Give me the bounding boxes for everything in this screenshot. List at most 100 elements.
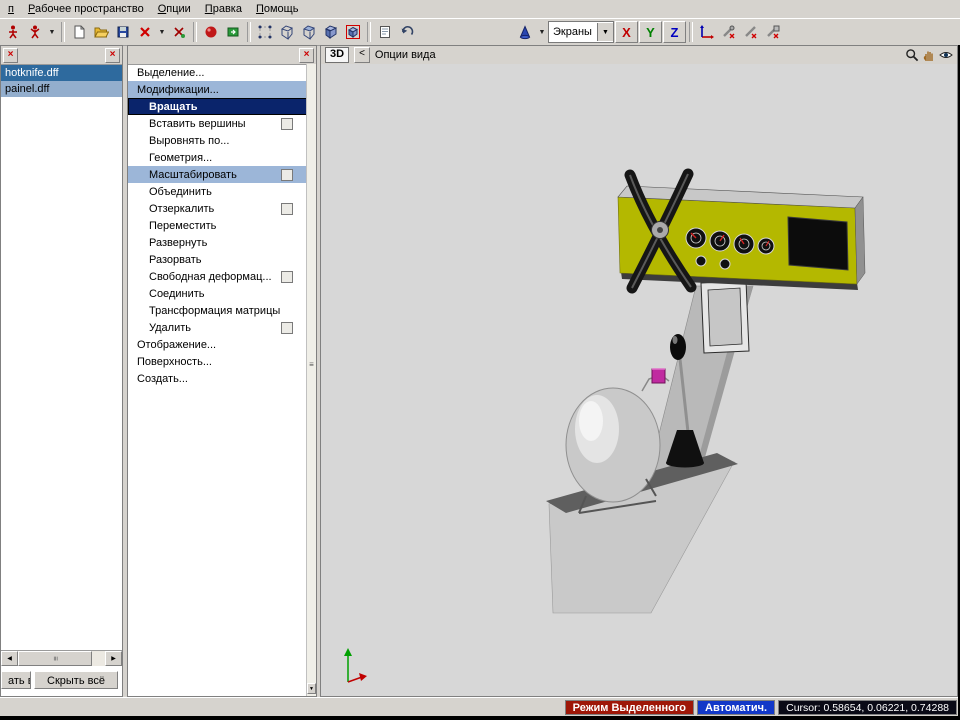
command-item-checkbox[interactable] (281, 322, 293, 334)
menu-item-3[interactable]: Правка (198, 1, 249, 17)
window-bottom-edge (0, 716, 960, 720)
cursor-coordinates: Cursor: 0.58654, 0.06221, 0.74288 (778, 700, 957, 715)
viewport-canvas[interactable] (321, 64, 957, 696)
view-mode-button[interactable]: 3D (325, 47, 349, 63)
automatic-mode-status[interactable]: Автоматич. (697, 700, 775, 715)
hscroll-thumb[interactable]: ≡ (18, 651, 92, 666)
frame-model[interactable] (701, 281, 749, 353)
command-panel-header[interactable]: × (128, 46, 316, 65)
file-list-hscrollbar[interactable]: ◀ ≡ ▶ (1, 650, 122, 666)
command-item[interactable]: Отображение... (128, 336, 307, 353)
menu-item-2[interactable]: Опции (151, 1, 198, 17)
delete-dropdown-icon[interactable]: ▼ (156, 21, 168, 43)
snap-edge-icon[interactable] (740, 21, 762, 43)
menubar: пРабочее пространствоОпцииПравкаПомощь (0, 0, 960, 18)
snap-face-icon[interactable] (762, 21, 784, 43)
file-panel-buttons: ать всё Скрыть всё (1, 671, 122, 689)
axis-y-button[interactable]: Y (639, 21, 662, 43)
magenta-block-model[interactable] (652, 369, 665, 383)
splitter-grip-icon[interactable]: ≡ (307, 360, 316, 369)
screens-combo[interactable]: Экраны ▼ (548, 21, 614, 43)
axis-z-button[interactable]: Z (663, 21, 686, 43)
command-item[interactable]: Создать... (128, 370, 307, 387)
command-item-label: Модификации... (137, 84, 219, 96)
purge-icon[interactable] (168, 21, 190, 43)
command-item-label: Геометрия... (149, 152, 212, 164)
command-item-label: Удалить (149, 322, 191, 334)
command-item-checkbox[interactable] (281, 203, 293, 215)
command-item[interactable]: Удалить (128, 319, 307, 336)
command-item[interactable]: Масштабировать (128, 166, 307, 183)
undo-icon[interactable] (396, 21, 418, 43)
command-item[interactable]: Вставить вершины (128, 115, 307, 132)
vertices-mode-icon[interactable] (254, 21, 276, 43)
combo-arrow-icon[interactable]: ▼ (597, 23, 613, 41)
panel-close-icon[interactable]: × (299, 48, 314, 63)
spray-dropdown-icon[interactable]: ▼ (536, 21, 548, 43)
hide-all-button[interactable]: Скрыть всё (34, 671, 118, 689)
zoom-icon[interactable] (905, 48, 919, 62)
delete-icon[interactable] (134, 21, 156, 43)
walk-figure-icon[interactable] (2, 21, 24, 43)
command-item-checkbox[interactable] (281, 169, 293, 181)
command-item[interactable]: Объединить (128, 183, 307, 200)
command-item[interactable]: Выделение... (128, 64, 307, 81)
command-item[interactable]: Развернуть (128, 234, 307, 251)
command-vscrollbar[interactable]: ≡ ▼ (306, 64, 316, 696)
menu-item-1[interactable]: Рабочее пространство (21, 1, 151, 17)
new-document-icon[interactable] (68, 21, 90, 43)
command-item-label: Трансформация матрицы (149, 305, 280, 317)
pan-hand-icon[interactable] (922, 48, 936, 62)
snap-vertex-icon[interactable] (718, 21, 740, 43)
command-item[interactable]: Разорвать (128, 251, 307, 268)
figure-dropdown-icon[interactable]: ▼ (46, 21, 58, 43)
command-item[interactable]: Модификации... (128, 81, 307, 98)
command-item[interactable]: Геометрия... (128, 149, 307, 166)
menu-item-0[interactable]: п (1, 1, 21, 17)
spray-cone-icon[interactable] (514, 21, 536, 43)
command-item-checkbox[interactable] (281, 118, 293, 130)
objects-mode-icon[interactable] (320, 21, 342, 43)
selection-mode-icon[interactable] (342, 21, 364, 43)
notes-icon[interactable] (374, 21, 396, 43)
scroll-right-icon[interactable]: ▶ (105, 651, 122, 666)
scroll-down-icon[interactable]: ▼ (307, 683, 316, 694)
selection-mode-status[interactable]: Режим Выделенного (565, 700, 694, 715)
command-item[interactable]: Переместить (128, 217, 307, 234)
command-item[interactable]: Соединить (128, 285, 307, 302)
visibility-eye-icon[interactable] (939, 48, 953, 62)
open-folder-icon[interactable] (90, 21, 112, 43)
show-all-button[interactable]: ать всё (1, 671, 31, 689)
save-icon[interactable] (112, 21, 134, 43)
command-item-checkbox[interactable] (285, 101, 297, 113)
scene-files-panel: × × hotknife.dffpainel.dff ◀ ≡ ▶ ать всё… (0, 45, 123, 697)
command-item[interactable]: Выровнять по... (128, 132, 307, 149)
command-item-label: Соединить (149, 288, 205, 300)
menu-item-4[interactable]: Помощь (249, 1, 306, 17)
file-item[interactable]: painel.dff (1, 81, 122, 97)
command-panel: × Выделение... Модификации... ВращатьВстав… (127, 45, 317, 697)
panel-close-icon[interactable]: × (105, 48, 120, 63)
command-item[interactable]: Трансформация матрицы (128, 302, 307, 319)
viewport-panel: 3D < Опции вида (320, 45, 958, 697)
command-item[interactable]: Поверхность... (128, 353, 307, 370)
file-item[interactable]: hotknife.dff (1, 65, 122, 81)
axis-x-button[interactable]: X (615, 21, 638, 43)
view-back-button[interactable]: < (354, 47, 370, 63)
command-item[interactable]: Отзеркалить (128, 200, 307, 217)
command-item-label: Отзеркалить (149, 203, 214, 215)
edges-mode-icon[interactable] (276, 21, 298, 43)
export-icon[interactable] (222, 21, 244, 43)
command-item-checkbox[interactable] (281, 271, 293, 283)
pose-figure-icon[interactable] (24, 21, 46, 43)
command-item[interactable]: Вращать (128, 98, 307, 115)
gizmo-icon[interactable] (696, 21, 718, 43)
file-panel-header[interactable]: × × (1, 46, 122, 65)
command-item-label: Создать... (137, 373, 188, 385)
scroll-left-icon[interactable]: ◀ (1, 651, 18, 666)
command-item[interactable]: Свободная деформац... (128, 268, 307, 285)
record-sphere-icon[interactable] (200, 21, 222, 43)
command-item-label: Разорвать (149, 254, 202, 266)
panel-close-icon[interactable]: × (3, 48, 18, 63)
polygons-mode-icon[interactable] (298, 21, 320, 43)
